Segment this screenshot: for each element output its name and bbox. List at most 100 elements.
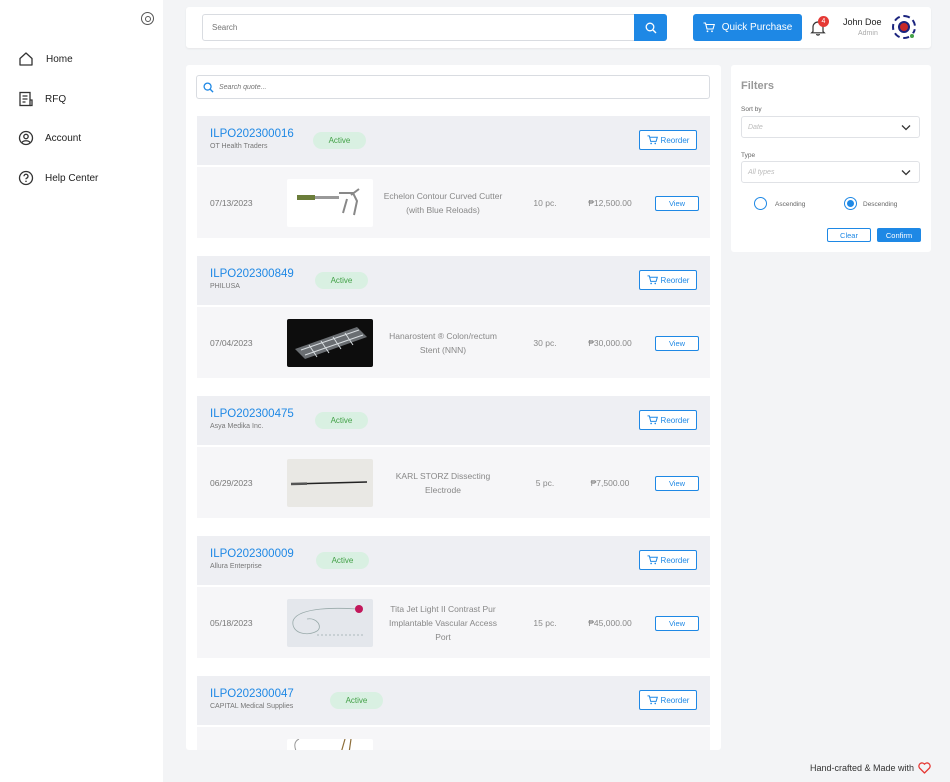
view-button[interactable]: View [655,616,699,631]
sidebar-item-account[interactable]: Account [18,127,81,149]
sidebar-item-label: Home [46,53,73,65]
view-button[interactable]: View [655,196,699,211]
order-quantity: 30 pc. [533,338,557,348]
sidebar-item-label: Help Center [45,172,99,184]
order-supplier: CAPITAL Medical Supplies [210,703,294,710]
order-supplier: OT Health Traders [210,143,268,150]
product-image [287,459,373,507]
topbar: Quick Purchase 4 John Doe Admin [186,7,931,48]
descending-radio[interactable] [844,197,857,210]
reorder-label: Reorder [660,415,690,425]
order-supplier: Allura Enterprise [210,563,262,570]
status-badge: Active [330,692,383,709]
quote-list-panel: ILPO202300016 OT Health Traders Active R… [186,65,721,750]
cart-icon [647,135,658,145]
order-supplier: PHILUSA [210,283,240,290]
view-button[interactable]: View [655,476,699,491]
reorder-button[interactable]: Reorder [639,550,697,570]
heart-icon [918,762,931,774]
order-line: 06/29/2023 KARL STORZ Dissecting Electro… [197,447,710,518]
product-name: KARL STORZ Dissecting Electrode [395,471,491,495]
ascending-radio[interactable] [754,197,767,210]
type-label: Type [741,152,756,159]
order-code[interactable]: ILPO202300009 [210,548,294,560]
order-line [197,727,710,750]
chevron-down-icon [901,170,911,176]
order-code[interactable]: ILPO202300849 [210,268,294,280]
avatar-logo [898,21,910,33]
notification-count-badge: 4 [818,16,829,27]
reorder-label: Reorder [660,135,690,145]
product-image [287,179,373,227]
chevron-down-icon [901,125,911,131]
descending-label: Descending [863,201,898,208]
order-date: 05/18/2023 [210,618,253,628]
type-value: All types [748,169,775,176]
sidebar-item-rfq[interactable]: RFQ [18,88,66,110]
view-button[interactable]: View [655,336,699,351]
reorder-button[interactable]: Reorder [639,410,697,430]
user-role: Admin [858,30,878,37]
order-quantity: 5 pc. [535,478,555,488]
online-status-dot [909,33,915,39]
product-name: Echelon Contour Curved Cutter (with Blue… [383,191,503,215]
order-quantity: 10 pc. [533,198,557,208]
order-header: ILPO202300475 Asya Medika Inc. Active Re… [197,396,710,445]
sort-by-select[interactable]: Date [741,116,920,138]
sidebar-item-help-center[interactable]: Help Center [18,167,98,189]
reorder-button[interactable]: Reorder [639,130,697,150]
order-card: ILPO202300047 CAPITAL Medical Supplies A… [197,676,710,750]
confirm-button[interactable]: Confirm [877,228,921,242]
document-list-icon [19,91,33,107]
search-input[interactable] [203,15,623,40]
product-name: Hanarostent ® Colon/rectum Stent (NNN) [389,331,497,355]
order-price: ₱45,000.00 [588,618,632,628]
sort-by-label: Sort by [741,106,762,113]
filters-panel: Filters Sort by Date Type All types Asce… [731,65,931,252]
order-quantity: 15 pc. [533,618,557,628]
reorder-button[interactable]: Reorder [639,270,697,290]
search-icon [645,22,656,33]
cart-icon [647,555,658,565]
order-price: ₱7,500.00 [590,478,630,488]
cart-icon [703,22,715,33]
filters-title: Filters [741,80,775,92]
status-badge: Active [313,132,366,149]
footer-text: Hand-crafted & Made with [810,763,915,773]
status-badge: Active [315,272,368,289]
order-price: ₱12,500.00 [588,198,632,208]
cart-icon [647,415,658,425]
sidebar-item-home[interactable]: Home [18,48,73,70]
sidebar-item-label: Account [45,132,82,144]
cart-icon [647,275,658,285]
sidebar-item-label: RFQ [45,93,67,105]
quick-purchase-button[interactable]: Quick Purchase [693,14,802,41]
order-date: 06/29/2023 [210,478,253,488]
order-header: ILPO202300047 CAPITAL Medical Supplies A… [197,676,710,725]
order-line: 07/13/2023 Echelon Contour Curved Cutter… [197,167,710,238]
home-icon [19,52,33,66]
collapse-sidebar-icon[interactable] [141,12,154,25]
order-line: 05/18/2023 Tita Jet Light II Contrast Pu… [197,587,710,658]
quote-search-input[interactable] [219,83,699,91]
order-card: ILPO202300849 PHILUSA Active Reorder 07/… [197,256,710,378]
order-header: ILPO202300009 Allura Enterprise Active R… [197,536,710,585]
cart-icon [647,695,658,705]
footer: Hand-crafted & Made with [810,762,931,774]
order-header: ILPO202300849 PHILUSA Active Reorder [197,256,710,305]
product-image [287,599,373,647]
clear-button[interactable]: Clear [827,228,871,242]
reorder-label: Reorder [660,695,690,705]
order-code[interactable]: ILPO202300475 [210,408,294,420]
type-select[interactable]: All types [741,161,920,183]
search-button[interactable] [634,14,667,41]
product-image [287,319,373,367]
user-name[interactable]: John Doe [843,17,882,27]
order-code[interactable]: ILPO202300016 [210,128,294,140]
search-icon [203,81,214,93]
sort-by-value: Date [748,124,763,131]
ascending-label: Ascending [775,201,806,208]
global-search [202,14,667,41]
order-code[interactable]: ILPO202300047 [210,688,294,700]
reorder-button[interactable]: Reorder [639,690,697,710]
